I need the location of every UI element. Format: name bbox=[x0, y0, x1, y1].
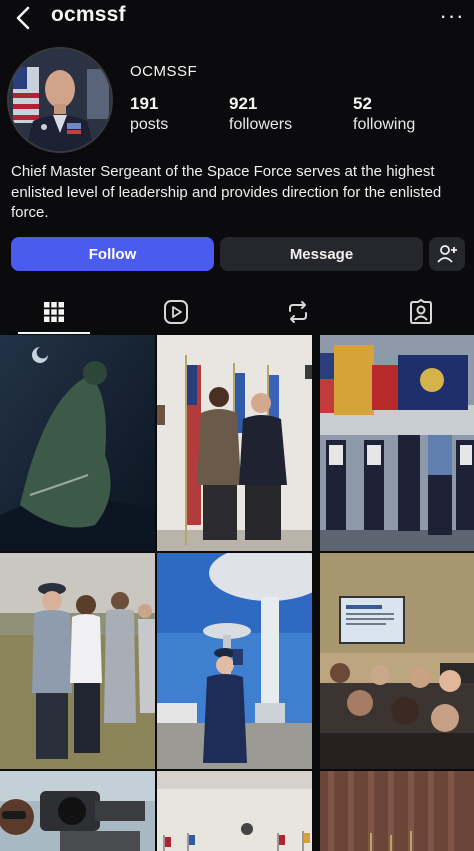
posts-count: 191 bbox=[130, 94, 159, 113]
message-button[interactable]: Message bbox=[220, 237, 423, 271]
grid-post-7[interactable] bbox=[0, 771, 155, 851]
followers-label: followers bbox=[229, 116, 293, 133]
more-horizontal-icon[interactable]: ··· bbox=[438, 5, 466, 30]
reels-icon bbox=[163, 299, 189, 325]
tab-reposts[interactable] bbox=[253, 290, 343, 334]
add-user-button[interactable] bbox=[429, 237, 465, 271]
profile-tabs bbox=[0, 290, 474, 334]
tagged-icon bbox=[408, 299, 434, 325]
grid-post-5[interactable] bbox=[157, 553, 312, 769]
top-bar: ocmssf ··· bbox=[0, 0, 474, 36]
grid-post-1[interactable] bbox=[0, 335, 155, 551]
profile-bio: Chief Master Sergeant of the Space Force… bbox=[11, 163, 442, 221]
grid-post-3[interactable] bbox=[320, 335, 474, 551]
profile-avatar[interactable] bbox=[7, 47, 113, 153]
active-tab-indicator bbox=[18, 332, 90, 334]
following-label: following bbox=[353, 116, 416, 133]
add-user-icon bbox=[436, 243, 458, 265]
follow-button[interactable]: Follow bbox=[11, 237, 214, 271]
profile-display-name: OCMSSF bbox=[130, 63, 198, 80]
followers-stat[interactable]: 921 followers bbox=[229, 94, 292, 134]
tab-reels[interactable] bbox=[131, 290, 221, 334]
grid-post-4[interactable] bbox=[0, 553, 155, 769]
tab-grid[interactable] bbox=[9, 290, 99, 334]
grid-icon bbox=[43, 301, 65, 323]
followers-count: 921 bbox=[229, 94, 258, 113]
grid-post-2[interactable] bbox=[157, 335, 312, 551]
following-stat[interactable]: 52 following bbox=[353, 94, 415, 134]
grid-post-6[interactable] bbox=[320, 553, 474, 769]
posts-grid bbox=[0, 335, 474, 851]
tab-tagged[interactable] bbox=[376, 290, 466, 334]
posts-label: posts bbox=[130, 116, 169, 133]
following-count: 52 bbox=[353, 94, 372, 113]
reposts-icon bbox=[285, 299, 311, 325]
grid-post-8[interactable] bbox=[157, 771, 312, 851]
profile-username: ocmssf bbox=[51, 3, 126, 26]
grid-post-9[interactable] bbox=[320, 771, 474, 851]
posts-stat[interactable]: 191 posts bbox=[130, 94, 168, 134]
chevron-left-icon[interactable] bbox=[10, 4, 38, 32]
